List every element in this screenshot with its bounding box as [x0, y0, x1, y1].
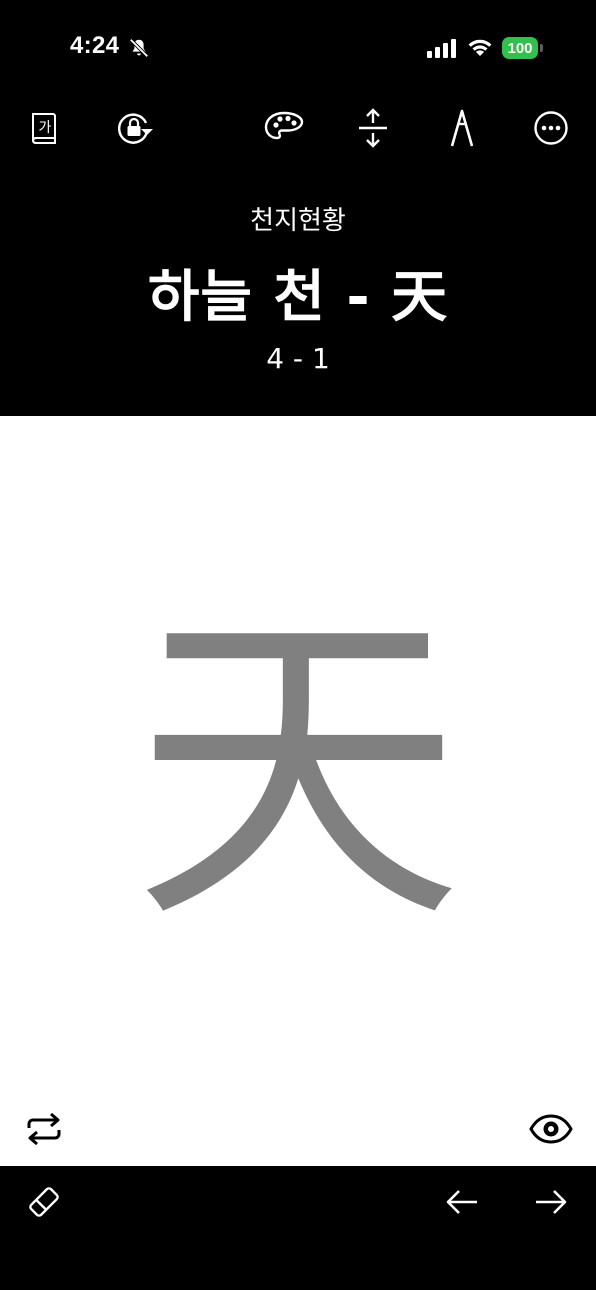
ellipsis-circle-icon: [534, 111, 568, 145]
vertical-resize-icon: [359, 108, 387, 148]
previous-button[interactable]: [438, 1178, 486, 1226]
repeat-button[interactable]: [20, 1105, 68, 1153]
bell-slash-icon: [129, 38, 149, 58]
vertical-resize-button[interactable]: [349, 104, 397, 152]
cellular-signal-icon: [427, 39, 456, 58]
status-time: 4:24: [70, 32, 120, 59]
lesson-subtitle: 천지현황: [250, 206, 346, 236]
dictionary-button[interactable]: 가: [20, 104, 68, 152]
character-guide: 天: [133, 579, 463, 963]
more-button[interactable]: [527, 104, 575, 152]
rotation-lock-button[interactable]: [110, 104, 158, 152]
pen-button[interactable]: [438, 104, 486, 152]
repeat-icon: [27, 1112, 61, 1146]
arrow-left-icon: [446, 1190, 477, 1214]
pen-nib-icon: [450, 109, 474, 147]
status-bar: 4:24 100: [0, 0, 596, 96]
wifi-icon: [468, 39, 492, 56]
page-counter: 4 - 1: [266, 342, 330, 375]
book-ga-icon: 가: [31, 113, 56, 144]
next-button[interactable]: [527, 1178, 575, 1226]
writing-canvas[interactable]: 天: [0, 416, 596, 1166]
character-title: 하늘 천 - 天: [147, 265, 449, 330]
battery-nub: [540, 44, 543, 52]
eye-icon: [529, 1114, 573, 1144]
color-palette-button[interactable]: [260, 104, 308, 152]
battery-icon: 100: [502, 37, 538, 59]
arrow-right-icon: [536, 1190, 567, 1214]
show-guide-button[interactable]: [527, 1105, 575, 1153]
dictionary-icon-text: 가: [39, 120, 52, 136]
bottom-bar: [0, 1166, 596, 1290]
eraser-button[interactable]: [20, 1178, 68, 1226]
battery-level: 100: [507, 39, 533, 57]
eraser-icon: [29, 1187, 59, 1217]
palette-icon: [264, 111, 304, 140]
rotation-lock-icon: [118, 113, 153, 144]
